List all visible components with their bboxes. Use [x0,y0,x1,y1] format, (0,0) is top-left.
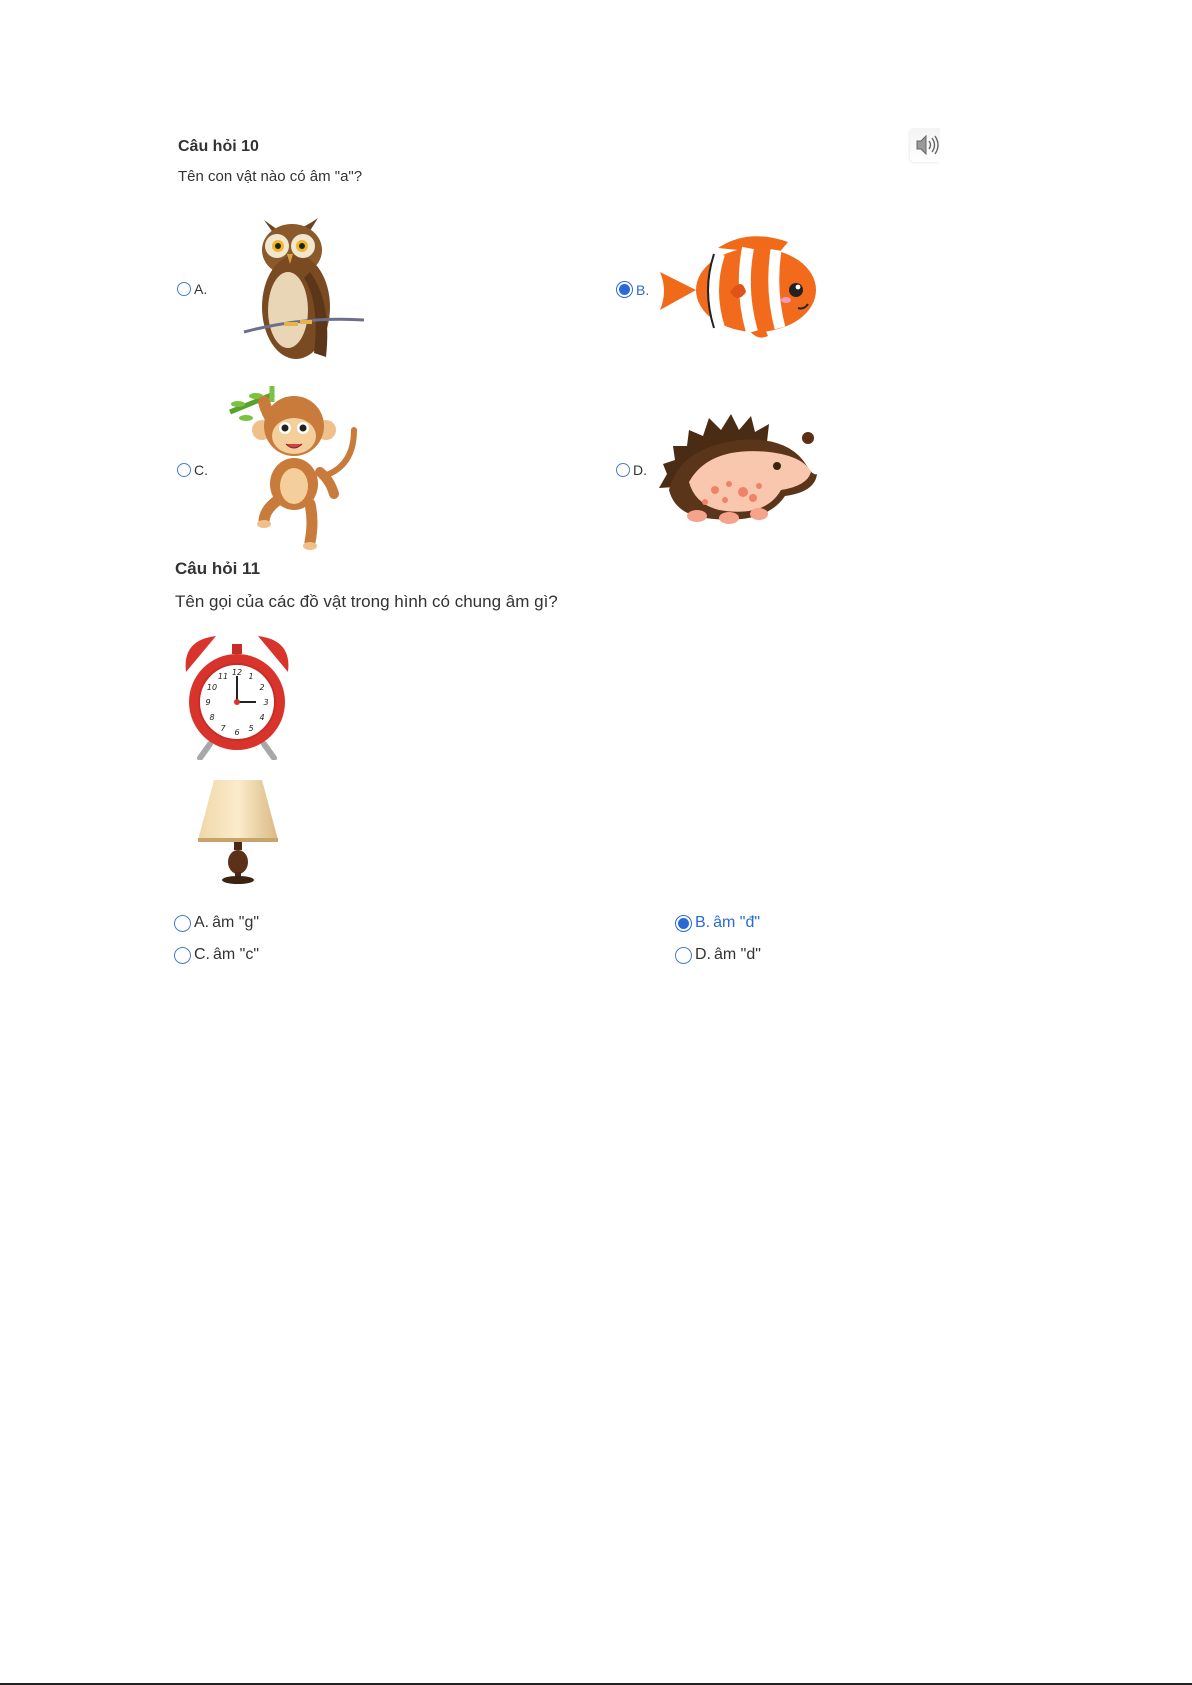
radio-button[interactable] [174,914,191,932]
radio-button[interactable] [616,463,630,477]
svg-text:9: 9 [205,698,210,707]
svg-text:5: 5 [248,724,253,733]
q10-option-b[interactable]: B. [616,281,649,298]
question-10-text: Tên con vật nào có âm "a"? [178,168,363,185]
option-label: B. [695,914,711,931]
svg-text:1: 1 [248,672,253,681]
option-label: D. [633,462,647,478]
option-text: âm "g" [212,914,260,931]
option-label: A. [194,914,210,931]
audio-button[interactable] [910,128,940,162]
radio-button[interactable] [174,946,191,964]
alarm-clock-image: 12 12 345 678 91011 [185,636,289,760]
option-label: D. [695,946,711,963]
radio-button-checked[interactable] [616,281,633,298]
option-label: C. [194,462,208,478]
svg-text:10: 10 [207,683,217,692]
option-label: A. [194,281,208,297]
svg-text:12: 12 [232,668,242,677]
owl-image [243,218,365,359]
svg-text:6: 6 [234,728,239,737]
q11-option-a[interactable]: A. âm "g" [174,914,259,932]
radio-button-checked[interactable] [675,914,692,932]
svg-text:8: 8 [209,713,214,722]
question-11-title: Câu hỏi 11 [175,559,261,578]
option-text: âm "c" [213,946,260,963]
svg-text:2: 2 [259,683,264,692]
table-lamp-image [198,780,278,884]
speaker-icon [916,134,939,156]
q10-option-a[interactable]: A. [177,281,207,297]
q10-option-d[interactable]: D. [616,462,647,478]
q11-option-b[interactable]: B. âm "đ" [675,914,760,932]
radio-button[interactable] [675,946,692,964]
question-11-text: Tên gọi của các đồ vật trong hình có chu… [175,592,558,611]
option-label: B. [636,281,650,298]
option-text: âm "d" [714,946,761,963]
radio-button[interactable] [177,282,191,296]
q11-option-c[interactable]: C. âm "c" [174,946,259,964]
option-label: C. [194,946,210,963]
question-10-title: Câu hỏi 10 [178,138,259,155]
option-text: âm "đ" [713,914,761,931]
svg-text:3: 3 [263,698,268,707]
radio-button[interactable] [177,463,191,477]
hedgehog-image [659,414,817,524]
monkey-image [229,386,357,550]
clownfish-image [660,236,816,338]
q11-option-d[interactable]: D. âm "d" [675,946,761,964]
svg-text:11: 11 [218,672,228,681]
q10-option-c[interactable]: C. [177,462,208,478]
svg-text:4: 4 [259,713,264,722]
